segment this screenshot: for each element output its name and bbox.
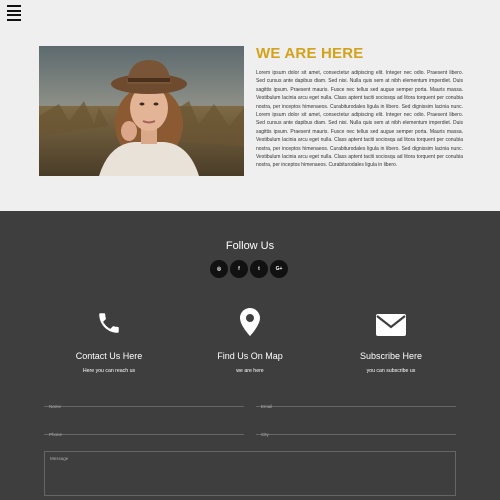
name-field	[44, 395, 244, 409]
subscribe-column: Subscribe Here you can subscribe us	[311, 308, 471, 374]
about-title: WE ARE HERE	[256, 45, 364, 62]
email-input[interactable]	[256, 404, 456, 409]
city-input[interactable]	[256, 432, 456, 437]
subscribe-title: Subscribe Here	[359, 351, 423, 361]
hamburger-icon[interactable]	[7, 5, 21, 21]
phone-field	[44, 423, 244, 437]
contact-title: Contact Us Here	[75, 351, 143, 361]
map-subtitle: we are here	[236, 368, 264, 374]
follow-title: Follow Us	[225, 240, 275, 252]
map-column: Find Us On Map we are here	[170, 308, 330, 374]
mail-icon[interactable]	[311, 308, 471, 336]
google-plus-icon[interactable]: G+	[270, 260, 288, 278]
contact-column: Contact Us Here Here you can reach us	[29, 308, 189, 374]
twitter-icon[interactable]: t	[250, 260, 268, 278]
map-pin-icon[interactable]	[170, 308, 330, 336]
facebook-icon[interactable]: f	[230, 260, 248, 278]
contact-subtitle: Here you can reach us	[82, 368, 136, 374]
phone-input[interactable]	[44, 432, 244, 437]
map-title: Find Us On Map	[217, 351, 283, 361]
message-field	[44, 451, 456, 496]
social-links: ◎ f t G+	[210, 260, 288, 278]
about-body: Lorem ipsum dolor sit amet, consectetur …	[256, 70, 463, 169]
email-field	[256, 395, 456, 409]
phone-icon[interactable]	[29, 308, 189, 336]
footer-section: Follow Us ◎ f t G+ Contact Us Here Here …	[0, 211, 500, 500]
instagram-icon[interactable]: ◎	[210, 260, 228, 278]
about-section: WE ARE HERE Lorem ipsum dolor sit amet, …	[0, 0, 500, 211]
name-input[interactable]	[44, 404, 244, 409]
city-field	[256, 423, 456, 437]
subscribe-subtitle: you can subscribe us	[366, 368, 416, 374]
message-input[interactable]	[45, 452, 455, 495]
about-photo	[39, 46, 244, 176]
